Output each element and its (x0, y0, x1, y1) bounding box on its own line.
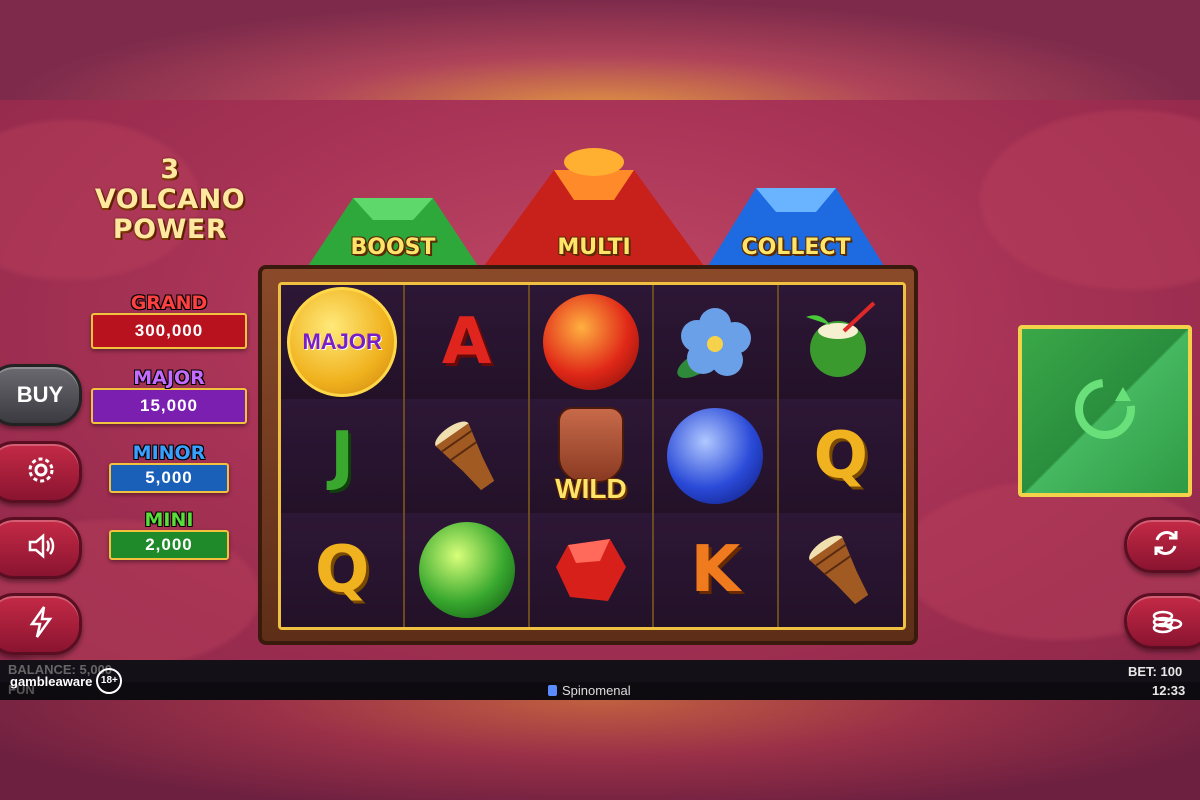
jackpot-grand-value: 300,000 (91, 313, 247, 349)
jackpot-major-label: MAJOR (133, 367, 205, 389)
letter-q-symbol: Q (813, 419, 868, 493)
title-line-2: VOLCANO (94, 184, 246, 215)
reel-cell (654, 399, 779, 513)
volcano-boost-label: BOOST (350, 235, 436, 260)
jackpot-grand-label: GRAND (130, 292, 208, 314)
bet-button[interactable] (1124, 593, 1200, 649)
jackpot-minor-label: MINOR (132, 442, 206, 464)
speaker-icon (10, 529, 58, 568)
gambleaware-label: gambleaware (10, 673, 93, 689)
letter-j-symbol: J (330, 419, 355, 493)
reel-cell: Q (281, 513, 406, 627)
settings-button[interactable] (0, 441, 82, 503)
coconut-symbol (805, 301, 876, 377)
reel-cell: A (405, 285, 530, 399)
volcano-multi: MULTI (484, 140, 704, 266)
volcano-collect-label: COLLECT (741, 235, 851, 260)
jackpot-mini: MINI 2,000 (90, 510, 248, 560)
buy-button-label: BUY (16, 382, 64, 407)
clock: 12:33 (1152, 683, 1186, 698)
lightning-icon (12, 605, 56, 644)
turbo-button[interactable] (0, 593, 82, 655)
drum-symbol (808, 535, 868, 605)
coin-symbol: MAJOR (287, 287, 398, 397)
jackpot-minor-value: 5,000 (109, 463, 229, 493)
reel-cell (529, 513, 655, 627)
reel-cell: Q (778, 399, 903, 513)
bottom-backdrop (0, 700, 1200, 800)
blue-orb-symbol (667, 408, 764, 504)
green-orb-symbol (418, 522, 515, 618)
letter-a-symbol: A (441, 305, 492, 379)
reel-cell (529, 285, 655, 399)
jackpot-mini-label: MINI (144, 509, 194, 531)
top-backdrop (0, 0, 1200, 100)
gear-icon (10, 453, 58, 492)
reel-cell (405, 513, 530, 627)
spin-icon (1065, 369, 1145, 454)
title-line-1: 3 (160, 154, 180, 185)
title-line-3: POWER (112, 214, 228, 245)
wild-label: WILD (555, 473, 627, 504)
gambleaware-badge[interactable]: gambleaware 18+ (10, 668, 123, 694)
wild-symbol: WILD (555, 407, 627, 505)
coin-label: MAJOR (302, 329, 382, 354)
reel-cell (654, 285, 779, 399)
reel-cell (778, 285, 903, 399)
hibiscus-symbol (677, 308, 752, 378)
jackpot-minor: MINOR 5,000 (90, 443, 248, 493)
reel-grid: MAJOR A J WILD Q Q K (278, 282, 906, 630)
ruby-symbol (555, 539, 626, 601)
reel-cell: K (654, 513, 779, 627)
jackpot-major: MAJOR 15,000 (90, 368, 248, 424)
volcano-collect: COLLECT (708, 178, 884, 266)
reel-cell (778, 513, 903, 627)
volcano-boost: BOOST (308, 190, 478, 266)
autoplay-button[interactable] (1124, 517, 1200, 573)
tiki-mask-icon (557, 407, 624, 483)
autoplay-icon (1149, 526, 1183, 565)
letter-k-symbol: K (690, 533, 741, 607)
volcano-multi-label: MULTI (557, 235, 631, 260)
reel-cell: WILD (529, 399, 655, 513)
provider-label: Spinomenal (562, 683, 631, 698)
game-title: 3 VOLCANO POWER (80, 155, 260, 245)
bet-label: BET: 100 (1128, 664, 1183, 679)
reel-cell (405, 399, 530, 513)
sound-button[interactable] (0, 517, 82, 579)
jackpot-mini-value: 2,000 (109, 530, 229, 560)
jackpot-grand: GRAND 300,000 (90, 293, 248, 349)
red-orb-symbol (542, 294, 639, 390)
age-badge: 18+ (96, 668, 123, 694)
reel-cell: MAJOR (281, 285, 406, 399)
spinomenal-icon (548, 685, 557, 696)
coins-icon (1149, 602, 1183, 641)
jackpot-major-value: 15,000 (91, 388, 247, 424)
spin-button[interactable] (1018, 325, 1192, 497)
provider-logo: Spinomenal (548, 683, 631, 698)
status-bar (0, 660, 1200, 682)
buy-button[interactable]: BUY (0, 364, 82, 426)
drum-symbol (434, 421, 494, 491)
reel-cell: J (281, 399, 406, 513)
letter-q-symbol: Q (314, 533, 370, 607)
